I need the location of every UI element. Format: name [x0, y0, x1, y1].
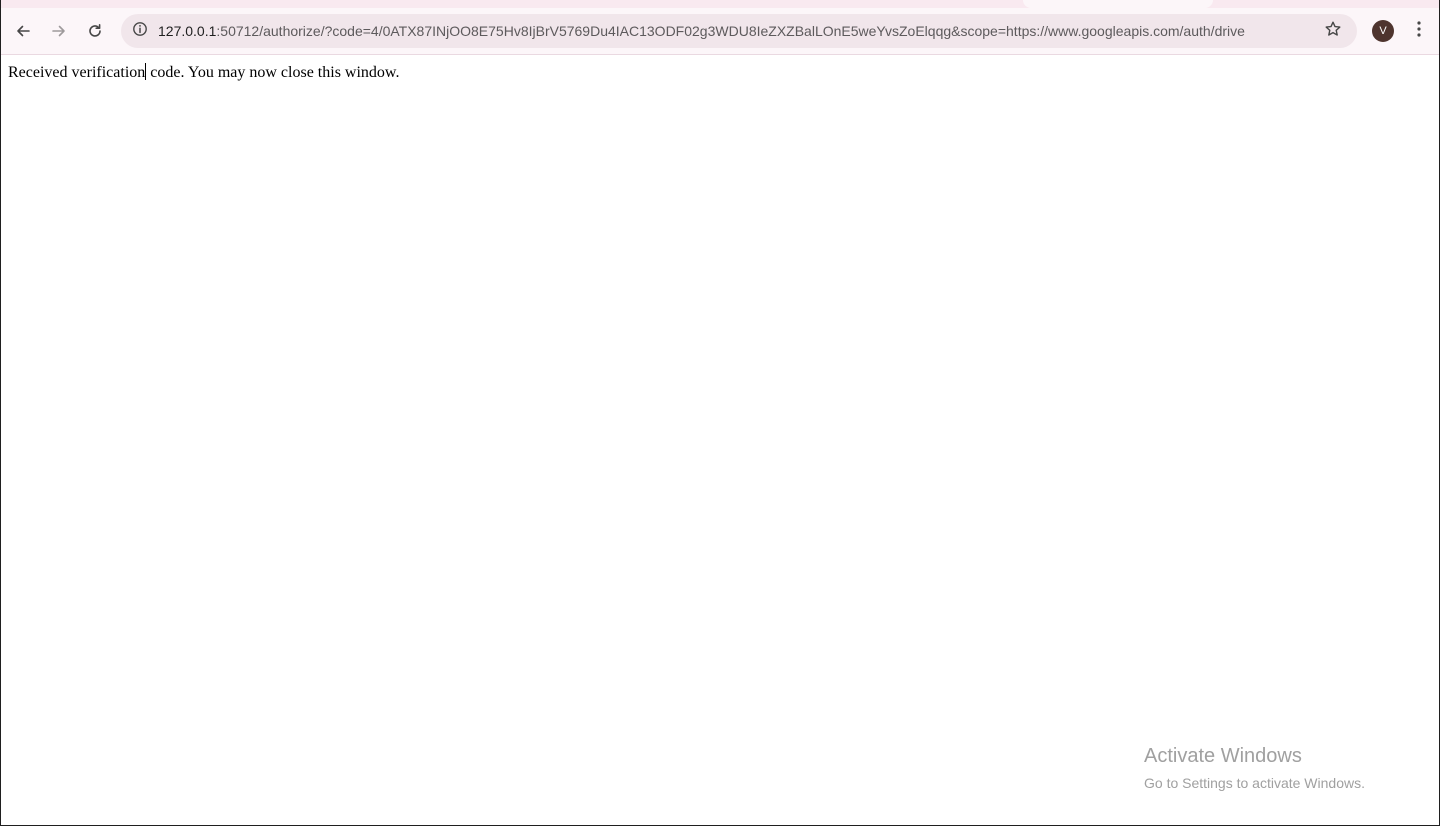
page-content: Received verification code. You may now …: [1, 55, 1439, 825]
reload-button[interactable]: [79, 15, 111, 47]
activate-windows-watermark: Activate Windows Go to Settings to activ…: [1144, 744, 1365, 792]
message-text-end: code. You may now close this window.: [146, 64, 400, 81]
profile-avatar[interactable]: V: [1372, 20, 1394, 42]
active-tab[interactable]: [1023, 0, 1213, 8]
verification-message: Received verification code. You may now …: [8, 63, 399, 82]
star-icon: [1324, 20, 1342, 43]
browser-window: 127.0.0.1:50712/authorize/?code=4/0ATX87…: [0, 0, 1440, 826]
forward-arrow-icon: [51, 23, 67, 39]
info-icon: [132, 21, 148, 42]
url-text[interactable]: 127.0.0.1:50712/authorize/?code=4/0ATX87…: [158, 22, 1308, 40]
tab-strip: [1, 0, 1439, 8]
watermark-title: Activate Windows: [1144, 745, 1302, 767]
url-host: 127.0.0.1: [158, 23, 217, 39]
back-arrow-icon: [15, 23, 31, 39]
site-info-button[interactable]: [127, 18, 153, 44]
three-dot-menu-icon: [1417, 20, 1421, 42]
url-path: :50712/authorize/?code=4/0ATX87INjOO8E75…: [216, 23, 1245, 39]
forward-button[interactable]: [43, 15, 75, 47]
address-bar[interactable]: 127.0.0.1:50712/authorize/?code=4/0ATX87…: [121, 14, 1357, 48]
watermark-subtitle: Go to Settings to activate Windows.: [1144, 775, 1365, 791]
browser-menu-button[interactable]: [1407, 17, 1431, 45]
bookmark-button[interactable]: [1321, 19, 1345, 43]
message-text-start: Received verification: [8, 64, 146, 81]
reload-icon: [87, 23, 103, 39]
back-button[interactable]: [7, 15, 39, 47]
browser-toolbar: 127.0.0.1:50712/authorize/?code=4/0ATX87…: [1, 8, 1439, 55]
